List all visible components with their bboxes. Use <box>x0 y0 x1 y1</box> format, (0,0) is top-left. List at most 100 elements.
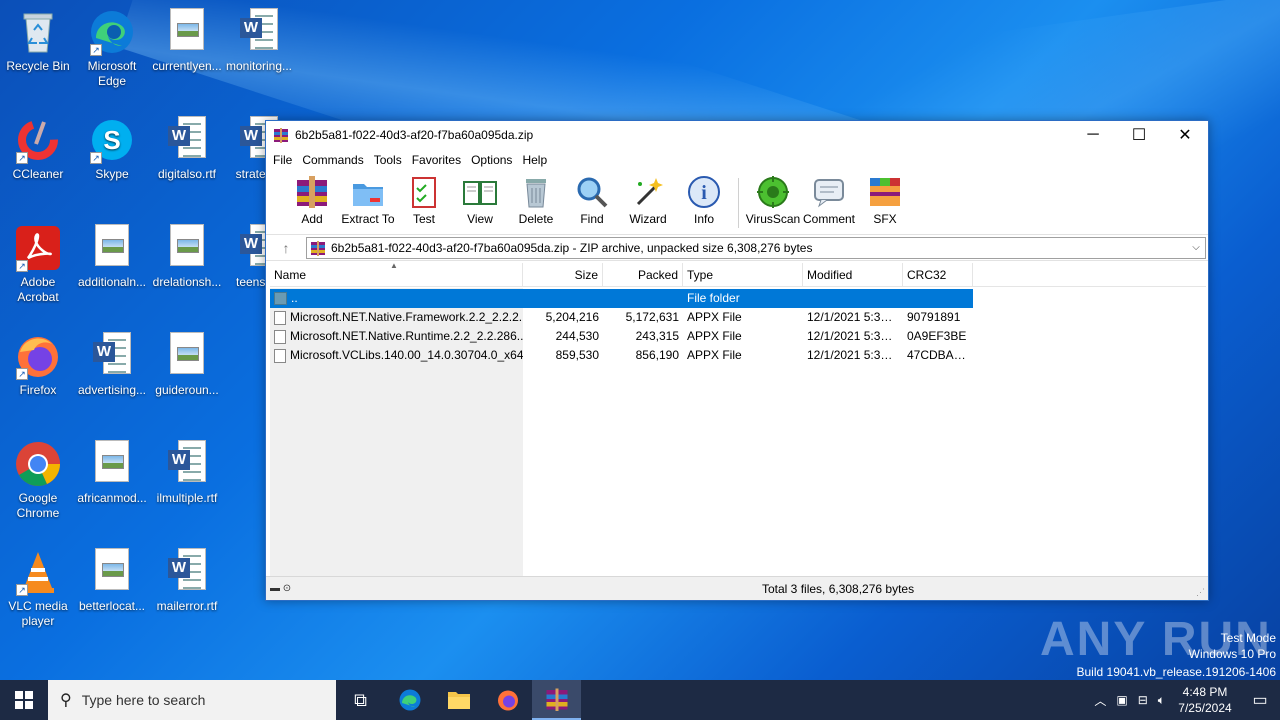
system-tray: ︿ ▣ ⊟ 🔈︎ 4:48 PM 7/25/2024 ▭ <box>1089 684 1280 716</box>
tool-label: Test <box>412 212 435 226</box>
table-row[interactable]: .. File folder <box>270 289 973 308</box>
desktop-icon-recycle-bin[interactable]: Recycle Bin <box>0 8 76 74</box>
status-total: Total 3 files, 6,308,276 bytes <box>762 581 915 596</box>
table-row[interactable]: Microsoft.VCLibs.140.00_14.0.30704.0_x64… <box>270 346 1206 365</box>
desktop-icon-label: Firefox <box>19 383 57 397</box>
taskbar-winrar[interactable] <box>532 680 581 720</box>
table-row[interactable]: Microsoft.NET.Native.Framework.2.2_2.2.2… <box>270 308 1206 327</box>
clock-date: 7/25/2024 <box>1178 701 1232 715</box>
network-status-icon[interactable]: ▣ <box>1111 693 1132 707</box>
menu-commands[interactable]: Commands <box>297 153 368 167</box>
file-icon <box>274 329 286 344</box>
desktop-icon-edge[interactable]: ↗ Microsoft Edge <box>74 8 150 89</box>
menu-tools[interactable]: Tools <box>369 153 407 167</box>
magic-wand-icon <box>630 174 666 210</box>
comment-button[interactable]: Comment <box>801 174 857 226</box>
test-button[interactable]: Test <box>396 174 452 226</box>
row-modified: 12/1/2021 5:37 ... <box>807 348 901 362</box>
ccleaner-icon: ↗ <box>14 116 62 164</box>
desktop-icon-skype[interactable]: S ↗ Skype <box>74 116 150 182</box>
sfx-button[interactable]: SFX <box>857 174 913 226</box>
skype-icon: S ↗ <box>88 116 136 164</box>
desktop-icon-label: Microsoft Edge <box>87 59 137 88</box>
ethernet-icon[interactable]: ⊟ <box>1133 693 1153 707</box>
desktop-icon-file[interactable]: drelationsh... <box>149 224 225 290</box>
desktop-icon-label: Google Chrome <box>16 491 60 520</box>
chevron-down-icon[interactable]: ⌵ <box>1187 242 1205 253</box>
file-list[interactable]: ▲ Name Size Packed Type Modified CRC32 ..… <box>270 261 1206 576</box>
desktop-icon-file[interactable]: betterlocat... <box>74 548 150 614</box>
clock-time: 4:48 PM <box>1182 685 1228 699</box>
taskbar-file-explorer[interactable] <box>434 680 483 720</box>
task-view-button[interactable]: ⧉ <box>336 680 385 720</box>
taskbar-firefox[interactable] <box>483 680 532 720</box>
up-folder-button[interactable]: ↑ <box>266 240 306 256</box>
table-row[interactable]: Microsoft.NET.Native.Runtime.2.2_2.2.286… <box>270 327 1206 346</box>
extract-to-button[interactable]: Extract To <box>340 174 396 226</box>
path-combobox[interactable]: 6b2b5a81-f022-40d3-af20-f7ba60a095da.zip… <box>306 236 1206 259</box>
info-button[interactable]: i Info <box>676 174 732 226</box>
desktop-icon-google-chrome[interactable]: Google Chrome <box>0 440 76 521</box>
menu-bar: File Commands Tools Favorites Options He… <box>266 149 1208 171</box>
column-header-modified[interactable]: Modified <box>803 263 903 286</box>
desktop-icon-file[interactable]: W advertising... <box>74 332 150 398</box>
view-button[interactable]: View <box>452 174 508 226</box>
find-button[interactable]: Find <box>564 174 620 226</box>
maximize-button[interactable]: ☐ <box>1116 121 1162 149</box>
clock[interactable]: 4:48 PM 7/25/2024 <box>1170 684 1240 716</box>
desktop-icon-adobe-acrobat[interactable]: ↗ Adobe Acrobat <box>0 224 76 305</box>
desktop-icon-file[interactable]: W digitalso.rtf <box>149 116 225 182</box>
desktop-icon-file[interactable]: currentlyen... <box>149 8 225 74</box>
wizard-button[interactable]: Wizard <box>620 174 676 226</box>
desktop-icon-ccleaner[interactable]: ↗ CCleaner <box>0 116 76 182</box>
column-header-crc32[interactable]: CRC32 <box>903 263 973 286</box>
desktop-icon-file[interactable]: W ilmultiple.rtf <box>149 440 225 506</box>
menu-file[interactable]: File <box>268 153 297 167</box>
close-button[interactable]: ✕ <box>1162 121 1208 149</box>
desktop-icon-file[interactable]: additionaln... <box>74 224 150 290</box>
menu-options[interactable]: Options <box>466 153 517 167</box>
desktop-icon-vlc[interactable]: ↗ VLC media player <box>0 548 76 629</box>
row-type: APPX File <box>687 310 742 324</box>
desktop-icon-firefox[interactable]: ↗ Firefox <box>0 332 76 398</box>
desktop-icon-label: guideroun... <box>155 383 219 397</box>
desktop-icon-file[interactable]: africanmod... <box>74 440 150 506</box>
notification-button[interactable]: ▭ <box>1240 690 1280 710</box>
winrar-window[interactable]: 6b2b5a81-f022-40d3-af20-f7ba60a095da.zip… <box>265 120 1209 601</box>
watermark-line: Windows 10 Pro <box>1188 647 1276 661</box>
row-crc32 <box>903 289 973 308</box>
resize-grip-icon[interactable]: ⋰ <box>1196 587 1205 598</box>
desktop-icon-label: digitalso.rtf <box>157 167 217 181</box>
menu-favorites[interactable]: Favorites <box>407 153 466 167</box>
delete-button[interactable]: Delete <box>508 174 564 226</box>
start-button[interactable] <box>0 680 48 720</box>
desktop-icon-file[interactable]: W mailerror.rtf <box>149 548 225 614</box>
drive-key-icon[interactable]: ▬ ⊙ <box>266 583 306 594</box>
title-bar[interactable]: 6b2b5a81-f022-40d3-af20-f7ba60a095da.zip… <box>266 121 1208 149</box>
virusscan-button[interactable]: VirusScan <box>745 174 801 226</box>
toolbar: Add Extract To Test View Delete Find Wiz… <box>266 171 1208 235</box>
desktop-icon-file[interactable]: W monitoring... <box>221 8 297 74</box>
view-book-icon <box>462 174 498 210</box>
column-header-size[interactable]: Size <box>523 263 603 286</box>
desktop-icon-label: africanmod... <box>77 491 147 505</box>
desktop-icon-label: drelationsh... <box>152 275 222 289</box>
taskbar-edge[interactable] <box>385 680 434 720</box>
menu-help[interactable]: Help <box>517 153 552 167</box>
word-document-icon: W <box>235 8 283 56</box>
desktop-icon-file[interactable]: guideroun... <box>149 332 225 398</box>
column-header-packed[interactable]: Packed <box>603 263 683 286</box>
recycle-bin-icon <box>14 8 62 56</box>
row-type: APPX File <box>687 329 742 343</box>
row-type: APPX File <box>687 348 742 362</box>
volume-icon[interactable]: 🔈︎ <box>1153 693 1170 708</box>
desktop-icon-label: currentlyen... <box>152 59 222 73</box>
minimize-button[interactable]: ─ <box>1070 121 1116 149</box>
taskbar-search-box[interactable]: ⚲ Type here to search <box>48 680 336 720</box>
desktop-icon-label: additionaln... <box>77 275 147 289</box>
column-header-name[interactable]: ▲ Name <box>270 261 523 286</box>
desktop-icon-label: mailerror.rtf <box>156 599 218 613</box>
add-button[interactable]: Add <box>284 174 340 226</box>
chevron-up-icon[interactable]: ︿ <box>1089 692 1111 709</box>
column-header-type[interactable]: Type <box>683 263 803 286</box>
